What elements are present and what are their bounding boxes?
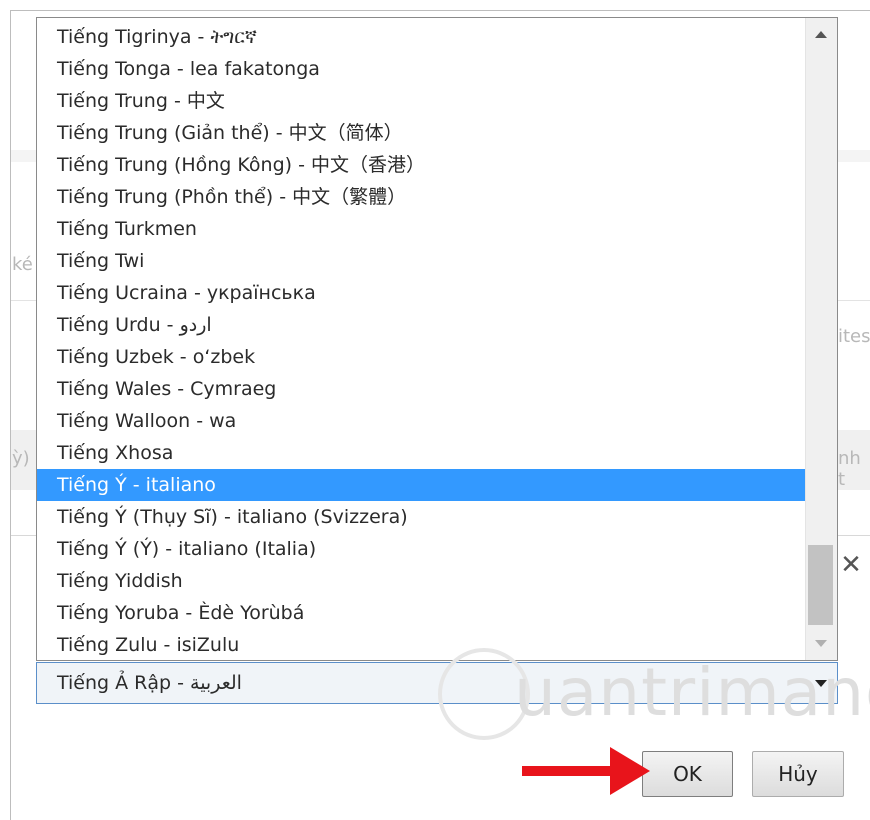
- chevron-up-icon: [815, 31, 827, 38]
- list-item[interactable]: Tiếng Trung - 中文: [37, 85, 805, 117]
- list-item[interactable]: Tiếng Urdu - اردو: [37, 309, 805, 341]
- list-item[interactable]: Tiếng Trung (Giản thể) - 中文（简体）: [37, 117, 805, 149]
- annotation-arrow-icon: [522, 747, 650, 795]
- scrollbar-thumb[interactable]: [808, 545, 833, 625]
- background-text-fragment: ỳ): [12, 448, 30, 469]
- list-item[interactable]: Tiếng Wales - Cymraeg: [37, 373, 805, 405]
- cancel-button[interactable]: Hủy: [752, 751, 844, 797]
- background-text-fragment: nh t: [838, 448, 861, 490]
- list-item[interactable]: Tiếng Yoruba - Èdè Yorùbá: [37, 597, 805, 629]
- list-item[interactable]: Tiếng Ucraina - українська: [37, 277, 805, 309]
- scroll-up-button[interactable]: [806, 18, 837, 52]
- list-item[interactable]: Tiếng Uzbek - o‘zbek: [37, 341, 805, 373]
- list-item[interactable]: Tiếng Walloon - wa: [37, 405, 805, 437]
- list-item[interactable]: Tiếng Ý - italiano: [37, 469, 805, 501]
- language-list-items: Tiếng Tigrinya - ትግርኛ Tiếng Tonga - lea f…: [37, 21, 805, 660]
- list-item[interactable]: Tiếng Trung (Hồng Kông) - 中文（香港）: [37, 149, 805, 181]
- list-item[interactable]: Tiếng Turkmen: [37, 213, 805, 245]
- list-item[interactable]: Tiếng Yiddish: [37, 565, 805, 597]
- watermark-logo: uantrimang: [438, 646, 870, 746]
- background-text-fragment: ites: [838, 326, 870, 347]
- language-listbox[interactable]: Tiếng Tigrinya - ትግርኛ Tiếng Tonga - lea f…: [36, 17, 838, 661]
- list-item[interactable]: Tiếng Twi: [37, 245, 805, 277]
- list-item[interactable]: Tiếng Xhosa: [37, 437, 805, 469]
- list-item[interactable]: Tiếng Trung (Phồn thể) - 中文（繁體）: [37, 181, 805, 213]
- background-text-fragment: ké: [12, 254, 33, 275]
- list-item[interactable]: Tiếng Ý (Ý) - italiano (Italia): [37, 533, 805, 565]
- list-item[interactable]: Tiếng Tigrinya - ትግርኛ: [37, 21, 805, 53]
- annotation-arrow-shape: [522, 747, 650, 795]
- list-item[interactable]: Tiếng Tonga - lea fakatonga: [37, 53, 805, 85]
- close-icon[interactable]: ✕: [838, 550, 864, 580]
- language-select-value: Tiếng Ả Rập - العربية: [57, 672, 242, 694]
- list-item[interactable]: Tiếng Ý (Thụy Sĩ) - italiano (Svizzera): [37, 501, 805, 533]
- watermark-text: uantrimang: [514, 654, 870, 731]
- listbox-scrollbar[interactable]: [805, 18, 837, 660]
